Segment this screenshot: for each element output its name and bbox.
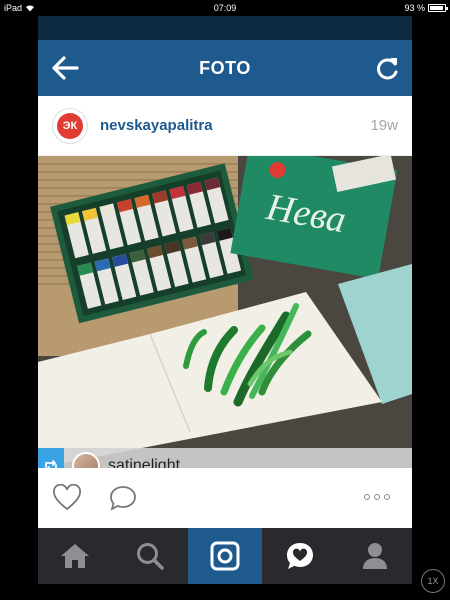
status-right: 93 % xyxy=(404,3,448,13)
like-button[interactable] xyxy=(52,483,82,512)
more-dot-icon xyxy=(384,494,390,500)
status-time: 07:09 xyxy=(213,3,237,13)
zoom-button[interactable]: 1X xyxy=(421,569,445,593)
tab-home[interactable] xyxy=(38,528,113,584)
post-actions xyxy=(38,468,412,528)
comment-button[interactable] xyxy=(108,484,138,512)
tab-profile[interactable] xyxy=(337,528,412,584)
post-username[interactable]: nevskayapalitra xyxy=(100,96,213,156)
heart-bubble-icon xyxy=(286,543,313,569)
post-header: ЭК nevskayapalitra 19w xyxy=(38,96,412,156)
photo-paint-set: Нева xyxy=(38,156,412,468)
tab-camera[interactable] xyxy=(187,528,263,584)
comment-bubble-icon xyxy=(110,486,136,511)
camera-icon xyxy=(210,541,240,571)
battery-icon xyxy=(428,4,448,12)
battery-fill xyxy=(430,6,444,10)
avatar-logo: ЭК xyxy=(57,113,83,139)
page-title: FOTO xyxy=(199,58,251,78)
app-window: FOTO ЭК nevskayapalitra 19w Нева satinel… xyxy=(38,16,412,584)
post-time: 19w xyxy=(370,117,398,134)
tab-activity[interactable] xyxy=(262,528,337,584)
battery-percent: 93 % xyxy=(404,3,425,13)
search-icon xyxy=(137,543,164,570)
profile-icon xyxy=(362,543,387,569)
home-icon xyxy=(61,544,90,568)
more-options-button[interactable] xyxy=(364,490,394,504)
avatar[interactable]: ЭК xyxy=(52,108,88,144)
tab-search[interactable] xyxy=(113,528,188,584)
refresh-button[interactable] xyxy=(374,54,400,82)
more-dot-icon xyxy=(364,494,370,500)
heart-outline-icon xyxy=(53,483,81,511)
post-photo[interactable]: Нева xyxy=(38,156,412,468)
status-bar: iPad 07:09 93 % xyxy=(0,0,450,16)
tab-bar xyxy=(38,528,412,584)
top-strip xyxy=(38,16,412,40)
more-dot-icon xyxy=(374,494,380,500)
nav-bar: FOTO xyxy=(38,40,412,96)
refresh-icon xyxy=(377,58,398,80)
